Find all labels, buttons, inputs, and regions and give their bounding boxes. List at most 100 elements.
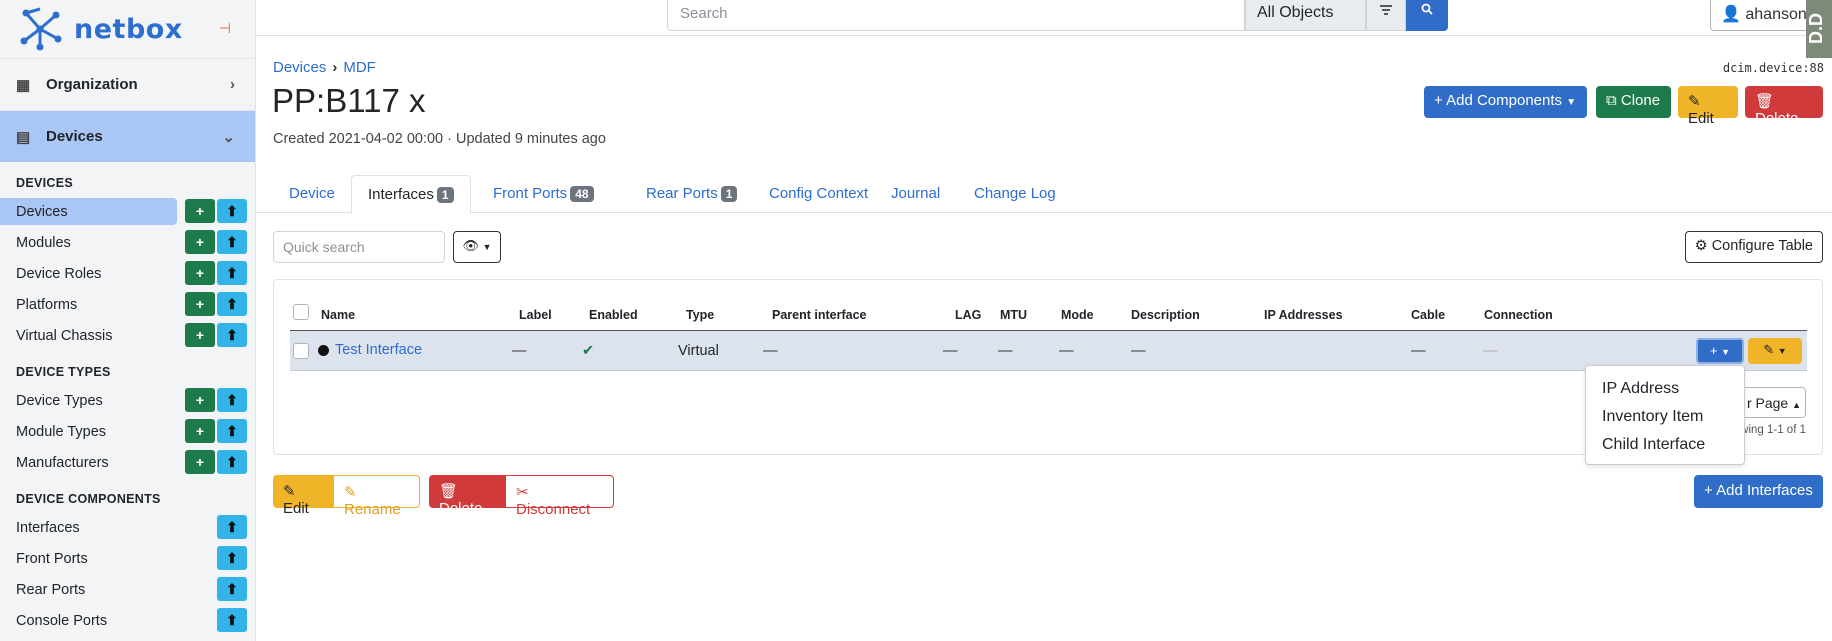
import-icon[interactable]: ⬆ <box>217 546 247 570</box>
bulk-rename-button[interactable]: ✎ Rename <box>333 475 420 518</box>
tab-rear-ports-label: Rear Ports <box>646 185 718 202</box>
trash-icon: 🗑 <box>1755 93 1775 110</box>
breadcrumb-mdf[interactable]: MDF <box>343 59 376 76</box>
column-header-enabled[interactable]: Enabled <box>589 308 638 322</box>
menu-item-inventory-item[interactable]: Inventory Item <box>1586 404 1744 432</box>
import-icon[interactable]: ⬆ <box>217 515 247 539</box>
column-visibility-dropdown[interactable]: 👁 ▼ <box>453 231 501 263</box>
bulk-edit-button[interactable]: ✎ Edit <box>273 475 333 517</box>
add-icon[interactable]: + <box>185 230 215 254</box>
sidebar-item-module-types[interactable]: Module Types + ⬆ <box>0 416 255 447</box>
sidebar-item-label: Devices <box>16 203 68 220</box>
import-icon[interactable]: ⬆ <box>217 323 247 347</box>
column-header-mode[interactable]: Mode <box>1061 308 1094 322</box>
sidebar-item-console-ports[interactable]: Console Ports ⬆ <box>0 605 255 636</box>
sidebar-item-device-roles[interactable]: Device Roles + ⬆ <box>0 258 255 289</box>
pencil-icon: ✎ <box>1763 342 1775 357</box>
import-icon[interactable]: ⬆ <box>217 292 247 316</box>
pin-icon[interactable]: ⊣ <box>219 20 231 37</box>
menu-item-child-interface[interactable]: Child Interface <box>1586 432 1744 460</box>
status-dot-icon <box>318 345 329 356</box>
sidebar-item-virtual-chassis[interactable]: Virtual Chassis + ⬆ <box>0 320 255 351</box>
import-icon[interactable]: ⬆ <box>217 230 247 254</box>
search-scope-select[interactable]: All Objects <box>1245 0 1366 31</box>
topbar: Search All Objects 👤 ahanson D.D <box>256 0 1832 58</box>
sidebar-item-label: Device Roles <box>16 265 102 282</box>
row-add-dropdown-button[interactable]: + ▼ <box>1696 338 1744 364</box>
bulk-delete-button[interactable]: 🗑 Delete <box>429 475 505 517</box>
sidebar-item-manufacturers[interactable]: Manufacturers + ⬆ <box>0 447 255 478</box>
tab-journal[interactable]: Journal <box>875 175 956 214</box>
column-header-cable[interactable]: Cable <box>1411 308 1445 322</box>
edit-label: Edit <box>1688 110 1714 127</box>
sidebar-item-platforms[interactable]: Platforms + ⬆ <box>0 289 255 320</box>
tab-config-context[interactable]: Config Context <box>753 175 884 214</box>
interface-name-link[interactable]: Test Interface <box>335 342 422 358</box>
tab-device[interactable]: Device <box>273 175 351 214</box>
tab-rear-ports[interactable]: Rear Ports 1 <box>630 175 753 214</box>
cell-connection: — <box>1483 343 1498 359</box>
disconnect-icon: ✂ <box>516 484 529 501</box>
add-icon[interactable]: + <box>185 419 215 443</box>
select-all-checkbox[interactable] <box>293 304 309 320</box>
brand[interactable]: netbox ⊣ <box>0 0 255 58</box>
column-header-parent-interface[interactable]: Parent interface <box>772 308 866 322</box>
configure-table-button[interactable]: ⚙ Configure Table <box>1684 231 1823 263</box>
add-icon[interactable]: + <box>185 323 215 347</box>
clone-icon: ⧉ <box>1606 92 1617 109</box>
add-icon[interactable]: + <box>185 261 215 285</box>
import-icon[interactable]: ⬆ <box>217 419 247 443</box>
bulk-disconnect-button[interactable]: ✂ Disconnect <box>505 475 614 518</box>
column-header-lag[interactable]: LAG <box>955 308 981 322</box>
per-page-select[interactable]: r Page ▲ <box>1738 387 1806 418</box>
import-icon[interactable]: ⬆ <box>217 388 247 412</box>
sidebar-item-label: Device Types <box>16 392 103 409</box>
tab-change-log[interactable]: Change Log <box>958 175 1072 214</box>
column-header-name[interactable]: Name <box>321 308 355 322</box>
menu-devices[interactable]: ▤ Devices ⌄ <box>0 110 255 162</box>
import-icon[interactable]: ⬆ <box>217 577 247 601</box>
delete-button[interactable]: 🗑 Delete <box>1745 86 1823 127</box>
global-search-input[interactable]: Search <box>667 0 1245 31</box>
add-components-button[interactable]: + Add Components ▼ <box>1424 86 1587 118</box>
import-icon[interactable]: ⬆ <box>217 261 247 285</box>
add-icon[interactable]: + <box>185 450 215 474</box>
row-edit-dropdown-button[interactable]: ✎ ▼ <box>1748 338 1802 364</box>
menu-organization[interactable]: ▦ Organization › <box>0 58 255 110</box>
add-interfaces-button[interactable]: + Add Interfaces <box>1694 475 1823 508</box>
column-header-type[interactable]: Type <box>686 308 714 322</box>
sidebar-item-front-ports[interactable]: Front Ports ⬆ <box>0 543 255 574</box>
tab-interfaces[interactable]: Interfaces 1 <box>351 175 471 214</box>
row-select-checkbox[interactable] <box>293 343 309 359</box>
clone-button[interactable]: ⧉ Clone <box>1596 86 1671 118</box>
column-header-description[interactable]: Description <box>1131 308 1200 322</box>
sidebar-item-device-types[interactable]: Device Types + ⬆ <box>0 385 255 416</box>
sidebar-item-label: Front Ports <box>16 550 88 567</box>
column-header-connection[interactable]: Connection <box>1484 308 1553 322</box>
sidebar-section-title: DEVICES <box>16 176 73 190</box>
object-meta: Created 2021-04-02 00:00 · Updated 9 min… <box>273 131 606 147</box>
quick-search-input[interactable]: Quick search <box>273 231 445 263</box>
column-header-label[interactable]: Label <box>519 308 552 322</box>
menu-item-ip-address[interactable]: IP Address <box>1586 376 1744 404</box>
sidebar-item-devices[interactable]: Devices + ⬆ <box>0 196 255 227</box>
import-icon[interactable]: ⬆ <box>217 450 247 474</box>
page-title: PP:B117 x <box>272 82 426 119</box>
tab-front-ports[interactable]: Front Ports 48 <box>477 175 610 214</box>
sidebar-item-label: Platforms <box>16 296 78 313</box>
sidebar-item-interfaces[interactable]: Interfaces ⬆ <box>0 512 255 543</box>
search-button[interactable] <box>1406 0 1448 31</box>
filter-icon[interactable] <box>1366 0 1406 31</box>
add-icon[interactable]: + <box>185 199 215 223</box>
column-header-mtu[interactable]: MTU <box>1000 308 1027 322</box>
breadcrumb-devices[interactable]: Devices <box>273 59 326 76</box>
edit-button[interactable]: ✎ Edit <box>1678 86 1738 127</box>
add-icon[interactable]: + <box>185 388 215 412</box>
import-icon[interactable]: ⬆ <box>217 608 247 632</box>
menu-organization-label: Organization <box>46 76 138 93</box>
column-header-ip-addresses[interactable]: IP Addresses <box>1264 308 1343 322</box>
sidebar-item-modules[interactable]: Modules + ⬆ <box>0 227 255 258</box>
sidebar-item-rear-ports[interactable]: Rear Ports ⬆ <box>0 574 255 605</box>
add-icon[interactable]: + <box>185 292 215 316</box>
import-icon[interactable]: ⬆ <box>217 199 247 223</box>
